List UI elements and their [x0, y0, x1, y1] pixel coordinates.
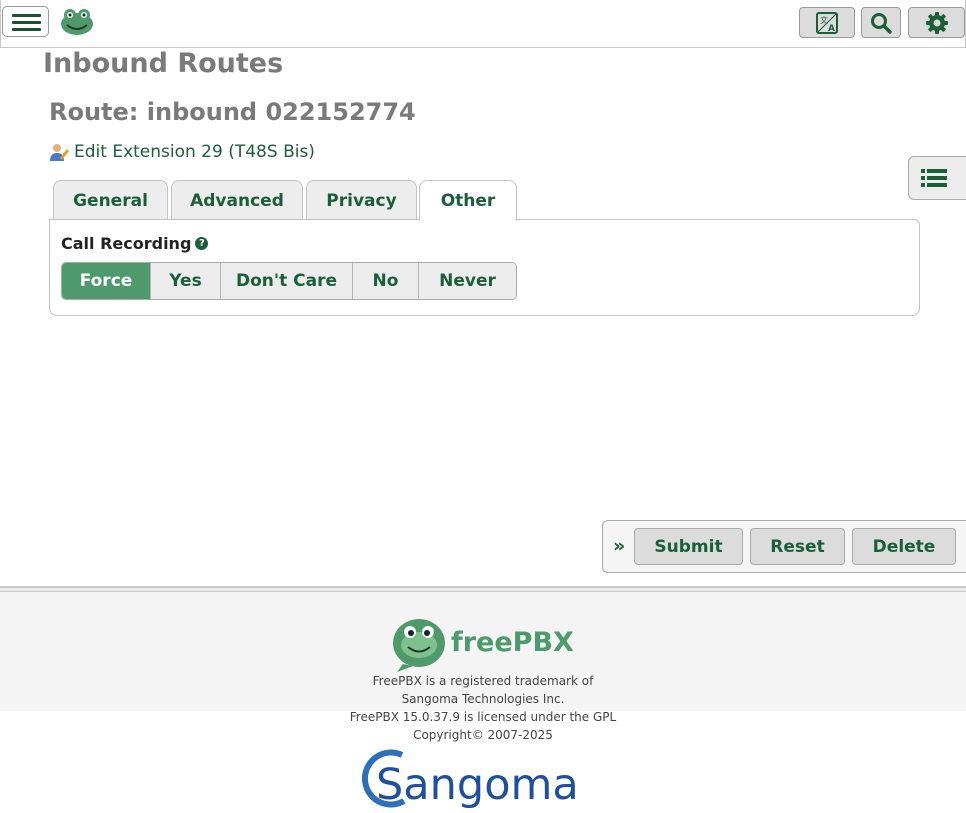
footer-trademark-line1: FreePBX is a registered trademark of	[372, 674, 594, 688]
tab-privacy[interactable]: Privacy	[306, 180, 417, 220]
submit-button[interactable]: Submit	[634, 528, 743, 565]
route-title: Route: inbound 022152774	[49, 98, 416, 126]
tab-other[interactable]: Other	[419, 180, 517, 221]
list-icon	[921, 169, 947, 187]
help-icon[interactable]: ?	[195, 237, 209, 250]
call-recording-never[interactable]: Never	[418, 263, 516, 299]
top-navbar: 文 A	[0, 0, 966, 48]
call-recording-dont-care[interactable]: Don't Care	[220, 263, 352, 299]
footer-trademark-line2: Sangoma Technologies Inc.	[401, 692, 565, 706]
language-translate-icon: 文 A	[816, 11, 838, 34]
tab-panel-other: Call Recording ? Force Yes Don't Care No…	[49, 219, 920, 316]
search-button[interactable]	[861, 7, 901, 38]
footer-copyright: Copyright© 2007-2025	[413, 728, 553, 742]
call-recording-radio-group: Force Yes Don't Care No Never	[61, 262, 517, 300]
tab-general[interactable]: General	[53, 180, 168, 220]
sangoma-logo-text: Sangoma	[376, 760, 576, 810]
freepbx-logo[interactable]: freePBX	[391, 612, 581, 672]
delete-button[interactable]: Delete	[852, 528, 956, 565]
reset-button[interactable]: Reset	[750, 528, 845, 565]
freepbx-frog-icon[interactable]	[59, 7, 95, 37]
svg-text:文: 文	[820, 15, 828, 25]
call-recording-label: Call Recording ?	[61, 234, 209, 253]
svg-text:A: A	[828, 24, 835, 34]
action-bar: » Submit Reset Delete	[602, 520, 966, 573]
call-recording-label-text: Call Recording	[61, 234, 192, 253]
expand-action-bar-icon[interactable]: »	[613, 535, 625, 557]
tab-advanced[interactable]: Advanced	[171, 180, 303, 220]
sangoma-logo[interactable]: Sangoma	[356, 745, 576, 811]
search-icon	[871, 12, 892, 34]
edit-extension-label[interactable]: Edit Extension 29 (T48S Bis)	[74, 142, 315, 162]
edit-extension-link[interactable]: Edit Extension 29 (T48S Bis)	[49, 142, 315, 162]
footer-license: FreePBX 15.0.37.9 is licensed under the …	[349, 710, 617, 724]
page-title: Inbound Routes	[43, 48, 284, 79]
call-recording-yes[interactable]: Yes	[150, 263, 220, 299]
settings-button[interactable]	[908, 7, 965, 38]
language-button[interactable]: 文 A	[799, 7, 855, 38]
sidebar-toggle-button[interactable]	[908, 156, 966, 200]
freepbx-logo-text: freePBX	[451, 627, 574, 658]
call-recording-force[interactable]: Force	[62, 263, 150, 299]
gear-icon	[925, 11, 948, 34]
call-recording-no[interactable]: No	[352, 263, 418, 299]
hamburger-menu-icon[interactable]	[2, 6, 49, 37]
user-edit-icon	[50, 144, 69, 161]
